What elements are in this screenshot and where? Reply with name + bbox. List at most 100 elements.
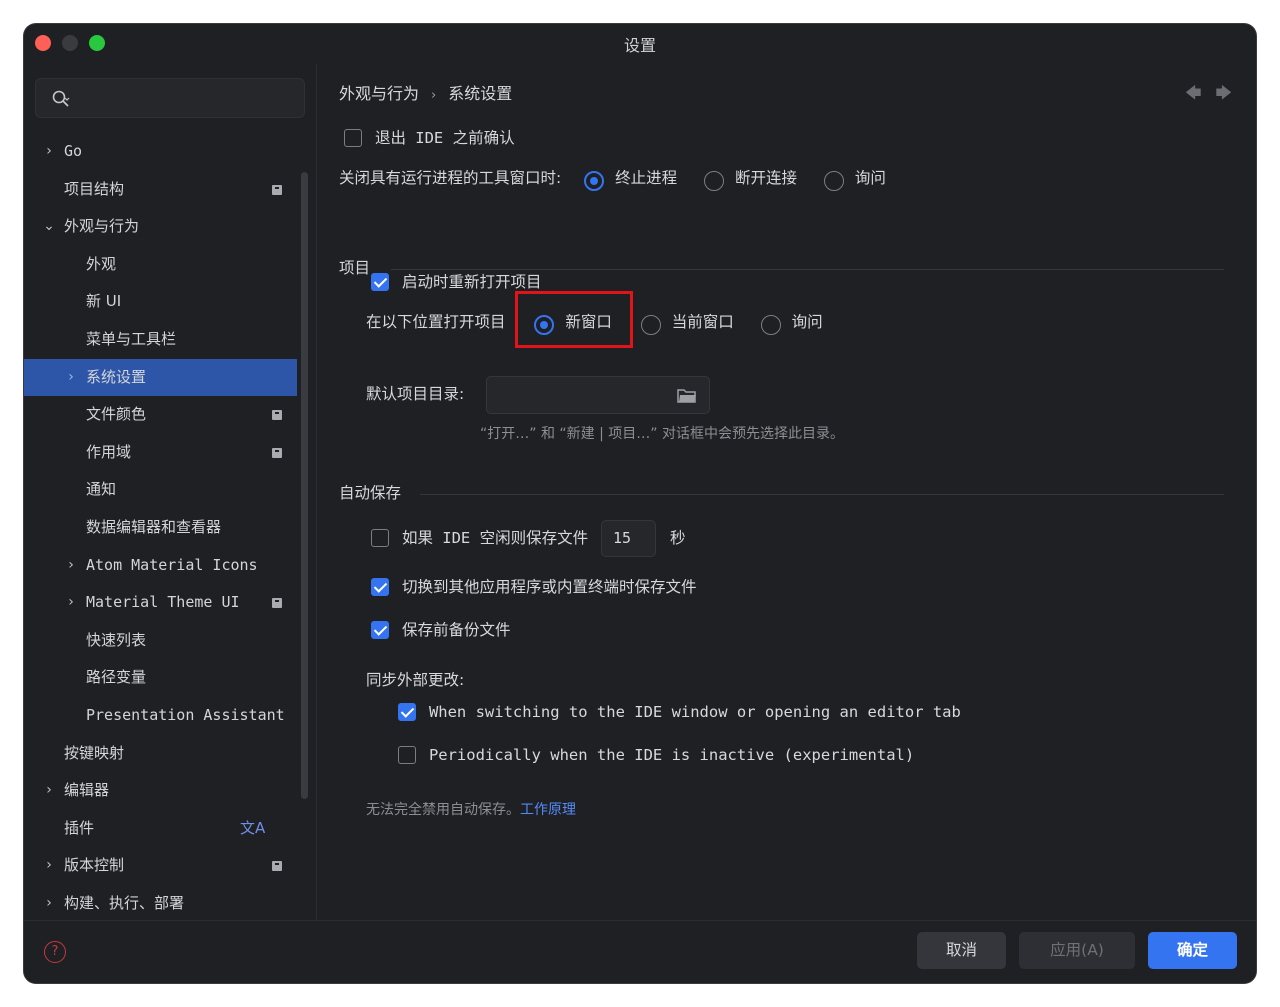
sidebar-item[interactable]: 菜单与工具栏 — [24, 321, 297, 359]
forward-arrow-icon[interactable]: 🡆 — [1215, 83, 1232, 102]
how-it-works-link[interactable]: 工作原理 — [520, 802, 576, 818]
settings-tree: › Go 项目结构 ⌄ 外观与行为 外观新 UI 菜单与工具栏 › 系统设置 文件颜色 作用域 通知数… — [24, 133, 297, 922]
back-arrow-icon[interactable]: 🡄 — [1185, 83, 1202, 102]
reopen-checkbox[interactable] — [371, 272, 389, 291]
sidebar-item-label: 通知 — [86, 480, 117, 499]
disconnect-radio[interactable] — [704, 170, 725, 191]
breadcrumb-current: 系统设置 — [448, 84, 513, 103]
sidebar-item[interactable]: 按键映射 — [24, 735, 297, 773]
folder-icon[interactable] — [677, 387, 697, 403]
translate-icon[interactable]: 文A — [240, 810, 265, 848]
sidebar-item[interactable]: › 构建、执行、部署 — [24, 885, 297, 923]
nav-arrows: 🡄 🡆 — [1171, 82, 1232, 109]
breadcrumb-separator: › — [431, 88, 437, 103]
search-icon — [52, 90, 70, 107]
backup-label: 保存前备份文件 — [401, 621, 511, 639]
default-dir-hint: “打开…” 和 “新建 | 项目…” 对话框中会预先选择此目录。 — [480, 426, 844, 442]
sync-option1-label: When switching to the IDE window or open… — [428, 703, 961, 721]
confirm-exit-label: 退出 IDE 之前确认 — [374, 129, 515, 147]
sidebar-item[interactable]: 路径变量 — [24, 659, 297, 697]
switch-save-checkbox[interactable] — [371, 577, 389, 596]
sidebar-scrollbar[interactable] — [301, 172, 308, 799]
cancel-button[interactable]: 取消 — [917, 932, 1006, 969]
sidebar-item[interactable]: Presentation Assistant — [24, 697, 297, 735]
sidebar-item[interactable]: › 系统设置 — [24, 358, 297, 397]
idle-seconds-input[interactable]: 15 — [601, 520, 656, 557]
sidebar-item[interactable]: 文件颜色 — [24, 396, 297, 434]
chevron-down-icon[interactable]: ⌄ — [42, 208, 56, 246]
sidebar-item[interactable]: › Atom Material Icons — [24, 547, 297, 585]
idle-save-checkbox[interactable] — [371, 528, 389, 547]
title-bar: 设置 — [24, 24, 1256, 60]
sync-option1-row[interactable]: When switching to the IDE window or open… — [398, 702, 961, 722]
sidebar-item-label: 作用域 — [86, 442, 132, 461]
sidebar-item-label: 外观与行为 — [64, 217, 140, 236]
chevron-right-icon[interactable]: › — [64, 547, 78, 585]
confirm-exit-checkbox[interactable] — [344, 128, 362, 147]
reopen-row[interactable]: 启动时重新打开项目 — [371, 270, 541, 292]
current-window-radio[interactable] — [640, 314, 661, 335]
sidebar-item-label: 新 UI — [86, 292, 122, 311]
chevron-right-icon[interactable]: › — [42, 847, 56, 885]
reopen-label: 启动时重新打开项目 — [401, 273, 542, 291]
current-window-label: 当前窗口 — [671, 313, 734, 331]
chevron-right-icon[interactable]: › — [64, 359, 78, 397]
sidebar-item[interactable]: 插件 文A — [24, 810, 297, 848]
sidebar-item-label: Presentation Assistant — [86, 705, 285, 724]
backup-checkbox[interactable] — [371, 620, 389, 639]
switch-save-row[interactable]: 切换到其他应用程序或内置终端时保存文件 — [371, 575, 696, 597]
sidebar-item[interactable]: 外观 — [24, 246, 297, 284]
project-level-icon — [272, 861, 282, 872]
sidebar-item-label: 插件 — [64, 818, 95, 837]
backup-row[interactable]: 保存前备份文件 — [371, 618, 510, 640]
sidebar-item[interactable]: › Material Theme UI — [24, 584, 297, 622]
help-icon[interactable]: ? — [44, 941, 66, 963]
ask-location-label: 询问 — [791, 313, 823, 331]
sidebar-item[interactable]: › Go — [24, 133, 297, 171]
terminate-process-label: 终止进程 — [615, 169, 678, 187]
sidebar-item-label: 编辑器 — [64, 781, 110, 800]
chevron-right-icon[interactable]: › — [42, 133, 56, 171]
sidebar-item-label: 外观 — [86, 254, 117, 273]
sidebar-item[interactable]: 数据编辑器和查看器 — [24, 509, 297, 547]
sidebar-item-label: 构建、执行、部署 — [64, 893, 185, 912]
sidebar-item-label: 按键映射 — [64, 743, 125, 762]
sidebar-item[interactable]: › 编辑器 — [24, 772, 297, 810]
default-dir-field[interactable] — [486, 376, 710, 414]
chevron-right-icon[interactable]: › — [42, 772, 56, 810]
ok-button[interactable]: 确定 — [1148, 932, 1237, 969]
sidebar-item[interactable]: 快速列表 — [24, 622, 297, 660]
sidebar-item-label: 系统设置 — [86, 367, 147, 386]
sidebar-item-label: Go — [64, 142, 83, 160]
dialog-footer: ? 取消 应用(A) 确定 — [24, 920, 1256, 983]
disconnect-label: 断开连接 — [735, 169, 798, 187]
project-level-icon — [272, 447, 282, 458]
chevron-right-icon[interactable]: › — [64, 584, 78, 622]
chevron-right-icon[interactable]: › — [42, 885, 56, 923]
terminate-process-radio[interactable] — [584, 170, 605, 191]
search-input[interactable] — [35, 78, 305, 118]
default-dir-label: 默认项目目录: — [366, 385, 465, 403]
sidebar-item-label: 文件颜色 — [86, 405, 147, 424]
sync-option1-checkbox[interactable] — [398, 702, 416, 721]
sync-option2-checkbox[interactable] — [398, 745, 416, 764]
sync-option2-row[interactable]: Periodically when the IDE is inactive (e… — [398, 745, 914, 765]
sidebar-item-label: 路径变量 — [86, 668, 147, 687]
sidebar-item[interactable]: 作用域 — [24, 434, 297, 472]
sidebar-item[interactable]: 新 UI — [24, 283, 297, 321]
breadcrumb-parent[interactable]: 外观与行为 — [339, 84, 419, 103]
sidebar-item-label: 版本控制 — [64, 856, 125, 875]
ask-close-radio[interactable] — [823, 170, 844, 191]
sidebar-item[interactable]: 通知 — [24, 471, 297, 509]
window-title: 设置 — [623, 36, 656, 55]
sidebar-item-label: 项目结构 — [64, 179, 125, 198]
ask-location-radio[interactable] — [760, 314, 781, 335]
breadcrumb: 外观与行为 › 系统设置 — [339, 80, 512, 104]
sidebar-item[interactable]: ⌄ 外观与行为 — [24, 208, 297, 246]
apply-button[interactable]: 应用(A) — [1019, 932, 1135, 969]
confirm-exit-row[interactable]: 退出 IDE 之前确认 — [344, 126, 515, 148]
sidebar-item[interactable]: › 版本控制 — [24, 847, 297, 885]
settings-sidebar: › Go 项目结构 ⌄ 外观与行为 外观新 UI 菜单与工具栏 › 系统设置 文件颜色 作用域 通知数… — [24, 60, 316, 920]
sidebar-item-label: Atom Material Icons — [86, 555, 258, 574]
sidebar-item[interactable]: 项目结构 — [24, 171, 297, 209]
